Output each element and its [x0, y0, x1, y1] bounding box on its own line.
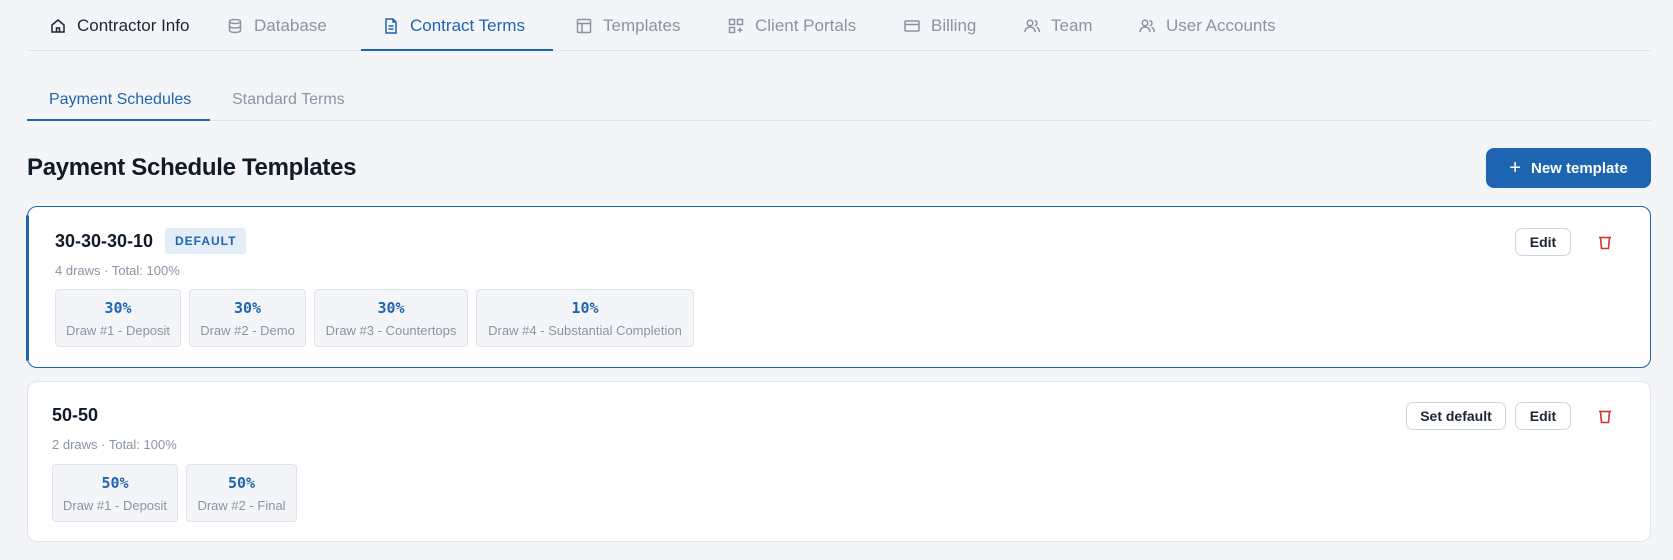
tab-label: Contractor Info	[77, 15, 190, 35]
edit-button[interactable]: Edit	[1515, 228, 1571, 256]
template-meta: 4 draws · Total: 100%	[55, 263, 180, 278]
template-name: 30-30-30-10	[55, 231, 154, 251]
draw-percent: 30%	[377, 298, 405, 317]
tab-label: Database	[254, 15, 327, 35]
tab-label: Contract Terms	[410, 15, 525, 35]
draw-percent: 50%	[227, 473, 256, 492]
tab-label: Templates	[603, 15, 681, 35]
tab-contractor-info[interactable]: Contractor Info	[49, 0, 189, 51]
tab-contract-terms[interactable]: Contract Terms	[382, 0, 525, 51]
draw-label: Draw #1 - Deposit	[62, 497, 168, 513]
document-icon	[382, 17, 400, 35]
tab-templates[interactable]: Templates	[575, 0, 680, 51]
tab-label: Billing	[931, 15, 977, 35]
draw-chip: 10% Draw #4 - Substantial Completion	[476, 289, 694, 347]
template-card: 30-30-30-10 DEFAULT 4 draws · Total: 100…	[26, 206, 1651, 368]
trash-icon[interactable]	[1596, 233, 1614, 251]
draw-chip: 50% Draw #2 - Final	[186, 464, 297, 522]
tab-client-portals[interactable]: Client Portals	[727, 0, 856, 51]
new-template-button[interactable]: + New template	[1486, 148, 1651, 188]
draw-label: Draw #2 - Demo	[200, 322, 295, 338]
draw-percent: 30%	[233, 298, 262, 317]
active-subtab-indicator	[27, 119, 210, 121]
draw-label: Draw #3 - Countertops	[325, 322, 457, 338]
template-name: 50-50	[52, 405, 99, 425]
home-icon	[49, 17, 67, 35]
tab-label: Client Portals	[755, 15, 857, 35]
draw-label: Draw #4 - Substantial Completion	[488, 322, 682, 338]
tab-billing[interactable]: Billing	[903, 0, 976, 51]
template-card: 50-50 2 draws · Total: 100% 50% Draw #1 …	[27, 381, 1651, 542]
database-icon	[226, 17, 244, 35]
draw-chip: 50% Draw #1 - Deposit	[52, 464, 178, 522]
draw-list: 30% Draw #1 - Deposit 30% Draw #2 - Demo…	[55, 289, 694, 347]
layout-icon	[575, 17, 593, 35]
plus-icon: +	[1509, 157, 1521, 179]
users-icon	[1138, 17, 1156, 35]
tab-user-accounts[interactable]: User Accounts	[1138, 0, 1276, 51]
tab-label: User Accounts	[1166, 15, 1276, 35]
sub-tabs: Payment Schedules Standard Terms	[27, 80, 1651, 121]
edit-button[interactable]: Edit	[1515, 402, 1571, 430]
active-tab-indicator	[361, 49, 553, 51]
grid-plus-icon	[727, 17, 745, 35]
draw-list: 50% Draw #1 - Deposit 50% Draw #2 - Fina…	[52, 464, 297, 522]
set-default-button[interactable]: Set default	[1406, 402, 1506, 430]
draw-percent: 30%	[104, 298, 132, 317]
new-template-label: New template	[1530, 159, 1628, 177]
tab-label: Team	[1051, 15, 1093, 35]
draw-percent: 50%	[101, 473, 129, 492]
page-title: Payment Schedule Templates	[27, 154, 357, 181]
credit-card-icon	[903, 17, 921, 35]
template-meta: 2 draws · Total: 100%	[52, 437, 177, 452]
draw-label: Draw #1 - Deposit	[65, 322, 171, 338]
default-badge: DEFAULT	[165, 228, 247, 254]
draw-label: Draw #2 - Final	[197, 497, 286, 513]
draw-chip: 30% Draw #2 - Demo	[189, 289, 306, 347]
trash-icon[interactable]	[1596, 407, 1614, 425]
draw-chip: 30% Draw #1 - Deposit	[55, 289, 181, 347]
draw-percent: 10%	[571, 298, 599, 317]
tab-team[interactable]: Team	[1023, 0, 1093, 51]
draw-chip: 30% Draw #3 - Countertops	[314, 289, 468, 347]
subtab-payment-schedules[interactable]: Payment Schedules	[49, 91, 191, 109]
subtab-standard-terms[interactable]: Standard Terms	[232, 91, 345, 109]
top-nav: Contractor Info Database Contract Terms …	[27, 0, 1651, 51]
tab-database[interactable]: Database	[226, 0, 327, 51]
users-icon	[1023, 17, 1041, 35]
